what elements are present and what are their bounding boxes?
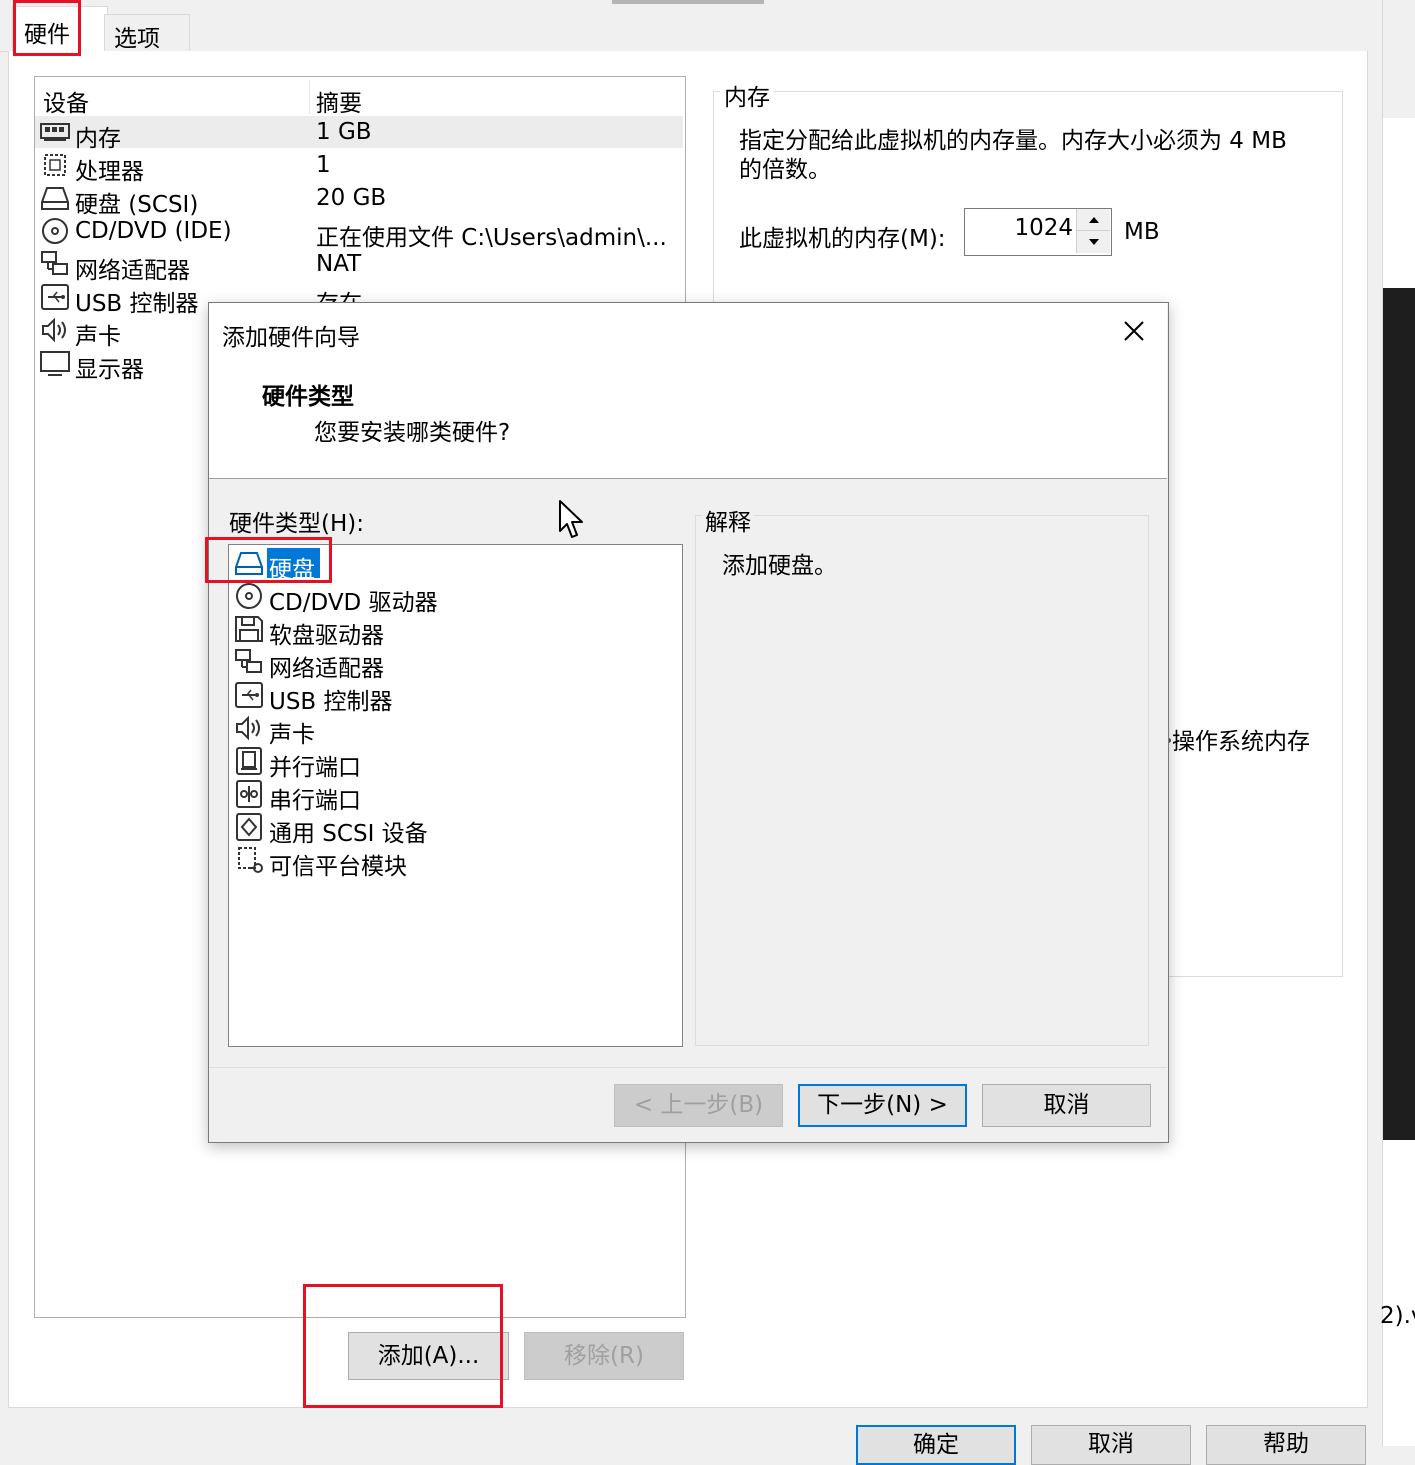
hardware-item[interactable]: 声卡 bbox=[269, 715, 315, 749]
device-name[interactable]: 处理器 bbox=[75, 152, 144, 186]
network-adapter-icon bbox=[235, 649, 262, 673]
dialog-subheading: 您要安装哪类硬件? bbox=[314, 420, 511, 446]
device-summary: NAT bbox=[316, 251, 362, 277]
memory-spinner[interactable] bbox=[1076, 209, 1110, 253]
column-header-summary[interactable]: 摘要 bbox=[316, 84, 362, 118]
window-drag-bar bbox=[612, 0, 764, 4]
tab-options-label: 选项 bbox=[114, 26, 160, 52]
hardware-item[interactable]: CD/DVD 驱动器 bbox=[269, 583, 438, 617]
hardware-item[interactable]: 网络适配器 bbox=[269, 649, 384, 683]
dialog-heading: 硬件类型 bbox=[262, 384, 354, 410]
hardware-item[interactable]: 通用 SCSI 设备 bbox=[269, 814, 428, 848]
spin-up-icon[interactable] bbox=[1088, 216, 1100, 224]
explanation-group-box bbox=[695, 515, 1149, 1046]
background-dark-panel bbox=[1383, 288, 1415, 1140]
hardware-item[interactable]: 可信平台模块 bbox=[269, 847, 407, 881]
device-name[interactable]: 网络适配器 bbox=[75, 251, 190, 285]
dialog-title: 添加硬件向导 bbox=[222, 325, 360, 351]
column-separator bbox=[309, 80, 310, 114]
cancel-button-label: 取消 bbox=[1088, 1431, 1134, 1457]
serial-port-icon bbox=[236, 780, 262, 808]
spin-divider bbox=[1077, 230, 1110, 231]
remove-button-label: 移除(R) bbox=[564, 1343, 644, 1369]
dialog-cancel-button-label: 取消 bbox=[1043, 1092, 1090, 1118]
tpm-icon bbox=[238, 847, 263, 873]
memory-unit: MB bbox=[1124, 219, 1160, 245]
device-name[interactable]: 显示器 bbox=[75, 350, 144, 384]
floppy-icon bbox=[235, 616, 263, 642]
sound-card-icon bbox=[236, 715, 260, 741]
device-summary: 1 GB bbox=[316, 119, 372, 145]
device-name[interactable]: USB 控制器 bbox=[75, 284, 199, 318]
annotation-box-hardware-tab bbox=[13, 0, 81, 56]
hardware-item[interactable]: 软盘驱动器 bbox=[269, 616, 384, 650]
device-summary: 20 GB bbox=[316, 185, 387, 211]
network-adapter-icon bbox=[41, 251, 68, 275]
device-name[interactable]: 声卡 bbox=[75, 317, 121, 351]
explanation-text: 添加硬盘。 bbox=[722, 553, 837, 579]
memory-note-partial: 操作系统内存 bbox=[1172, 729, 1310, 755]
processor-icon bbox=[44, 154, 66, 176]
dialog-footer-divider bbox=[209, 1067, 1167, 1068]
cancel-button[interactable]: 取消 bbox=[1031, 1425, 1191, 1465]
memory-description-2: 的倍数。 bbox=[739, 157, 831, 183]
device-name[interactable]: 硬盘 (SCSI) bbox=[75, 185, 198, 219]
display-icon bbox=[40, 351, 70, 376]
close-icon[interactable] bbox=[1122, 319, 1146, 343]
next-button-label: 下一步(N) > bbox=[817, 1092, 948, 1118]
help-button[interactable]: 帮助 bbox=[1206, 1425, 1366, 1465]
hardware-item[interactable]: 并行端口 bbox=[269, 748, 361, 782]
device-name[interactable]: CD/DVD (IDE) bbox=[75, 218, 232, 244]
usb-icon bbox=[235, 682, 263, 708]
dialog-cancel-button[interactable]: 取消 bbox=[982, 1084, 1151, 1127]
hardware-item[interactable]: USB 控制器 bbox=[269, 682, 393, 716]
background-panel bbox=[1383, 0, 1415, 118]
ok-button[interactable]: 确定 bbox=[856, 1425, 1016, 1465]
ok-button-label: 确定 bbox=[913, 1432, 959, 1458]
spin-down-icon[interactable] bbox=[1088, 238, 1100, 246]
back-button[interactable]: < 上一步(B) bbox=[614, 1084, 783, 1127]
hardware-item[interactable]: 串行端口 bbox=[269, 781, 361, 815]
memory-icon bbox=[40, 123, 70, 141]
remove-button[interactable]: 移除(R) bbox=[524, 1332, 684, 1380]
annotation-box-hard-disk bbox=[205, 537, 332, 583]
hardware-type-label: 硬件类型(H): bbox=[229, 511, 364, 537]
hard-disk-icon bbox=[41, 187, 69, 210]
explanation-title: 解释 bbox=[702, 503, 754, 537]
tab-options[interactable]: 选项 bbox=[104, 14, 190, 53]
cd-dvd-icon bbox=[236, 583, 262, 609]
sound-card-icon bbox=[42, 317, 66, 343]
dialog-header-divider bbox=[209, 478, 1167, 479]
device-name[interactable]: 内存 bbox=[75, 119, 121, 153]
device-summary: 正在使用文件 C:\Users\admin\... bbox=[316, 225, 667, 251]
background-text: 2).v bbox=[1380, 1303, 1415, 1329]
cd-dvd-icon bbox=[42, 218, 68, 244]
memory-field-label: 此虚拟机的内存(M): bbox=[739, 226, 946, 252]
memory-value: 1024 bbox=[1014, 215, 1073, 241]
back-button-label: < 上一步(B) bbox=[633, 1092, 764, 1118]
usb-icon bbox=[41, 284, 69, 310]
column-header-device[interactable]: 设备 bbox=[43, 84, 89, 118]
mouse-cursor-icon bbox=[559, 500, 583, 538]
next-button[interactable]: 下一步(N) > bbox=[798, 1084, 967, 1127]
memory-group-title: 内存 bbox=[720, 78, 774, 112]
scsi-icon bbox=[236, 813, 262, 841]
help-button-label: 帮助 bbox=[1263, 1431, 1309, 1457]
device-summary: 1 bbox=[316, 152, 331, 178]
parallel-port-icon bbox=[236, 747, 262, 775]
annotation-box-add-button bbox=[303, 1284, 503, 1408]
